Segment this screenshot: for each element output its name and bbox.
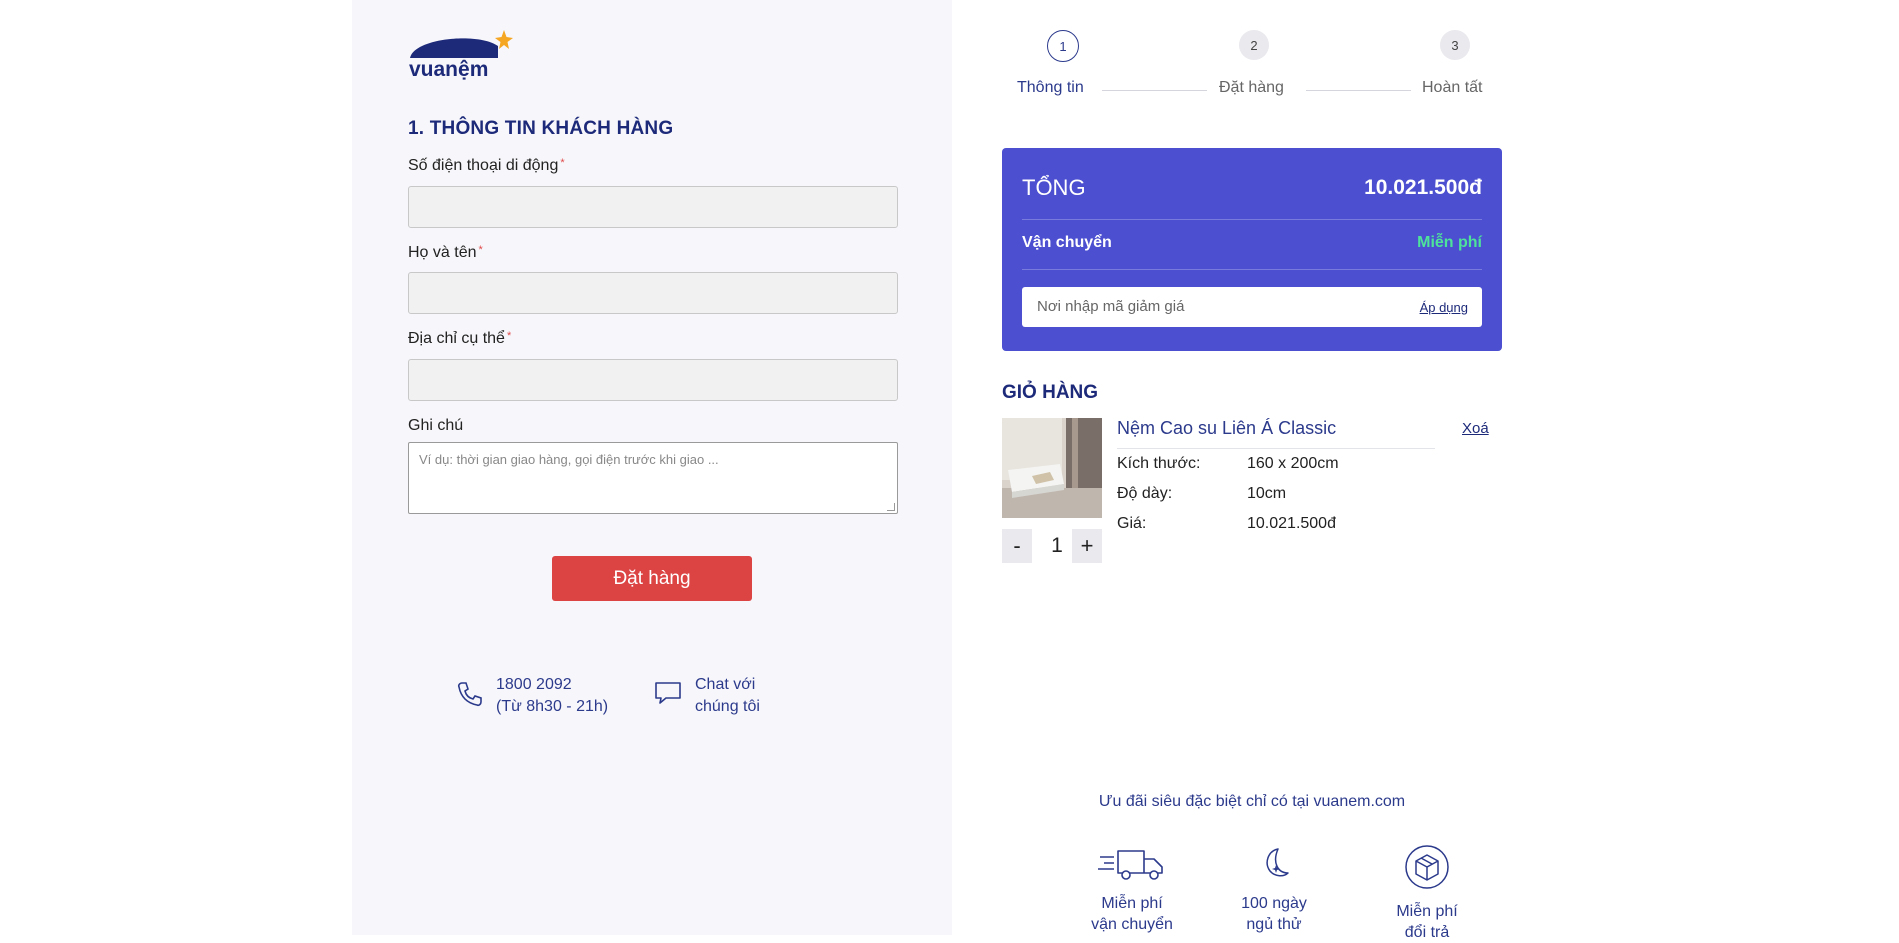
remove-item-link[interactable]: Xoá [1462, 420, 1489, 437]
hotline-text[interactable]: 1800 2092 (Từ 8h30 - 21h) [496, 674, 608, 718]
cart-title: GIỎ HÀNG [1002, 382, 1099, 403]
step-2-circle: 2 [1239, 30, 1269, 60]
coupon-input[interactable]: Nơi nhập mã giảm giá Áp dụng [1022, 287, 1482, 327]
decrease-quantity-button[interactable]: - [1002, 529, 1032, 563]
chat-link[interactable]: Chat với chúng tôi [695, 674, 760, 718]
required-mark: * [560, 157, 565, 169]
summary-divider [1022, 219, 1482, 220]
svg-text:vuanệm: vuanệm [409, 58, 488, 80]
step-1-circle: 1 [1047, 30, 1079, 62]
phone-input[interactable] [408, 186, 898, 228]
thickness-value: 10cm [1247, 485, 1287, 502]
checkout-form-panel: vuanệm 1. THÔNG TIN KHÁCH HÀNG Số điện t… [352, 0, 952, 935]
step-1-label: Thông tin [1017, 79, 1084, 96]
resize-handle-icon[interactable] [887, 503, 895, 511]
delivery-truck-icon [1098, 850, 1163, 880]
moon-icon [1266, 848, 1289, 877]
step-divider [1306, 90, 1411, 91]
place-order-button[interactable]: Đặt hàng [552, 556, 752, 601]
phone-icon[interactable] [456, 680, 484, 713]
required-mark: * [478, 244, 483, 256]
perk-label: Miễn phí đổi trả [1396, 903, 1458, 941]
product-thumbnail[interactable] [1002, 418, 1102, 518]
quantity-value[interactable]: 1 [1047, 534, 1067, 558]
promo-title: Ưu đãi siêu đặc biệt chỉ có tại vuanem.c… [1098, 793, 1406, 810]
address-label: Địa chỉ cụ thể * [408, 330, 512, 347]
chat-bubble-icon[interactable] [654, 680, 682, 711]
product-divider [1117, 448, 1435, 449]
order-total-box: TỔNG 10.021.500đ Vận chuyển Miễn phí Nơi… [1002, 148, 1502, 351]
name-label: Họ và tên * [408, 244, 483, 261]
size-label: Kích thước: [1117, 455, 1201, 472]
required-mark: * [506, 330, 512, 342]
customer-info-title: 1. THÔNG TIN KHÁCH HÀNG [408, 118, 674, 139]
perk-label: Miễn phí vận chuyển [1091, 895, 1173, 933]
size-value: 160 x 200cm [1247, 455, 1339, 472]
note-placeholder: Ví dụ: thời gian giao hàng, gọi điện trư… [419, 452, 719, 467]
price-value: 10.021.500đ [1247, 515, 1336, 532]
note-label: Ghi chú [408, 417, 464, 434]
name-input[interactable] [408, 272, 898, 314]
thickness-label: Độ dày: [1117, 485, 1173, 502]
coupon-placeholder: Nơi nhập mã giảm giá [1037, 298, 1185, 315]
perk-free-returns: Miễn phí đổi trả [1367, 843, 1487, 943]
step-3-circle: 3 [1440, 30, 1470, 60]
order-summary-panel: 1 Thông tin 2 Đặt hàng 3 Hoàn tất TỔNG 1… [1002, 0, 1502, 941]
step-divider [1102, 90, 1207, 91]
perk-free-shipping: Miễn phí vận chuyển [1072, 843, 1192, 935]
apply-coupon-link[interactable]: Áp dụng [1420, 300, 1468, 315]
increase-quantity-button[interactable]: + [1072, 529, 1102, 563]
step-2-label: Đặt hàng [1219, 79, 1284, 96]
step-3-label: Hoàn tất [1422, 79, 1483, 96]
address-input[interactable] [408, 359, 898, 401]
return-box-icon [1405, 845, 1449, 889]
total-label: TỔNG [1022, 175, 1086, 200]
shipping-label: Vận chuyển [1022, 234, 1112, 251]
note-textarea[interactable]: Ví dụ: thời gian giao hàng, gọi điện trư… [408, 442, 898, 514]
price-label: Giá: [1117, 515, 1147, 532]
perk-label: 100 ngày ngủ thử [1241, 895, 1307, 933]
vuanem-logo[interactable]: vuanệm [408, 28, 514, 80]
phone-label: Số điện thoại di động * [408, 157, 565, 174]
summary-divider [1022, 269, 1482, 270]
product-name-link[interactable]: Nệm Cao su Liên Á Classic [1117, 418, 1336, 439]
total-value: 10.021.500đ [1364, 176, 1482, 199]
shipping-value: Miễn phí [1417, 234, 1482, 251]
perk-trial-nights: 100 ngày ngủ thử [1214, 843, 1334, 935]
